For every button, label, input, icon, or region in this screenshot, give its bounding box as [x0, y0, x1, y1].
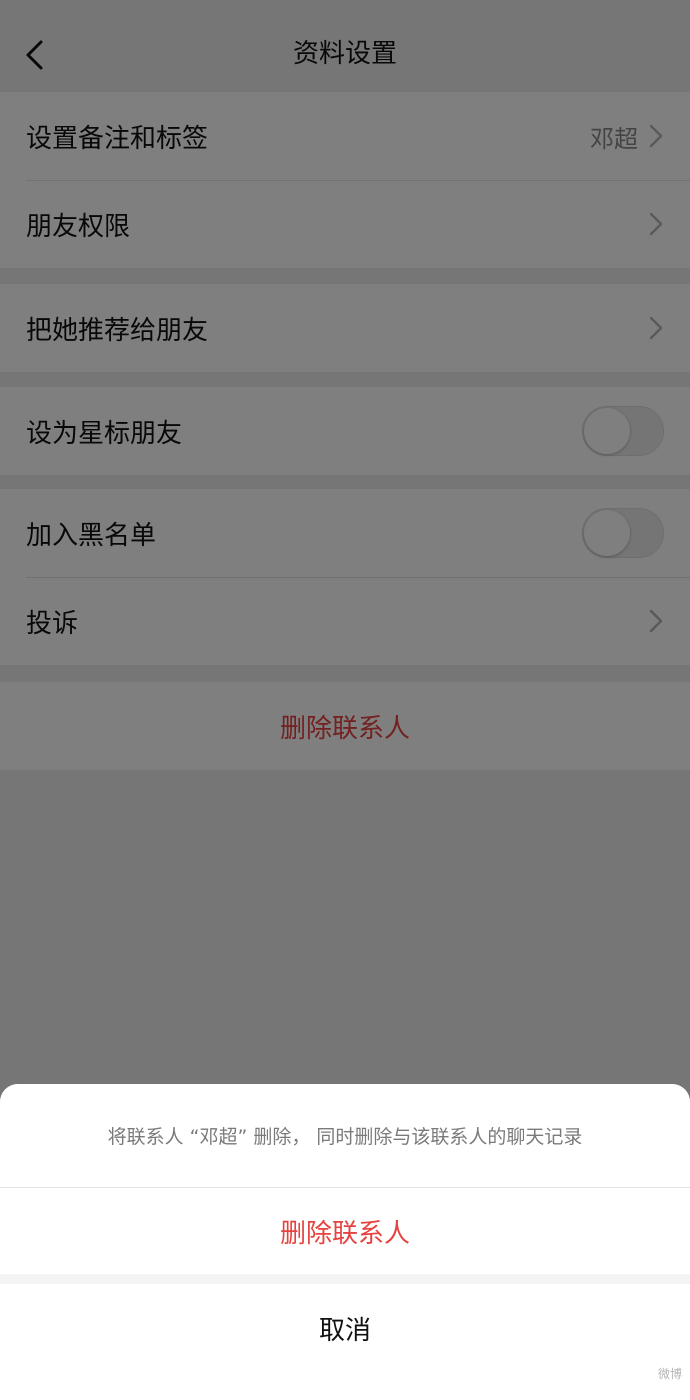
confirm-delete-button[interactable]: 删除联系人	[0, 1188, 690, 1274]
watermark: 微博	[657, 1367, 682, 1381]
cancel-button[interactable]: 取消	[0, 1284, 690, 1400]
action-sheet: 将联系人 “邓超” 删除， 同时删除与该联系人的聊天记录 删除联系人 取消 微博	[0, 1084, 690, 1400]
action-sheet-message: 将联系人 “邓超” 删除， 同时删除与该联系人的聊天记录	[0, 1084, 690, 1188]
contact-settings-screen: 资料设置 设置备注和标签 邓超 朋友权限 把她推荐给朋友 设为星标朋友	[0, 0, 690, 1400]
